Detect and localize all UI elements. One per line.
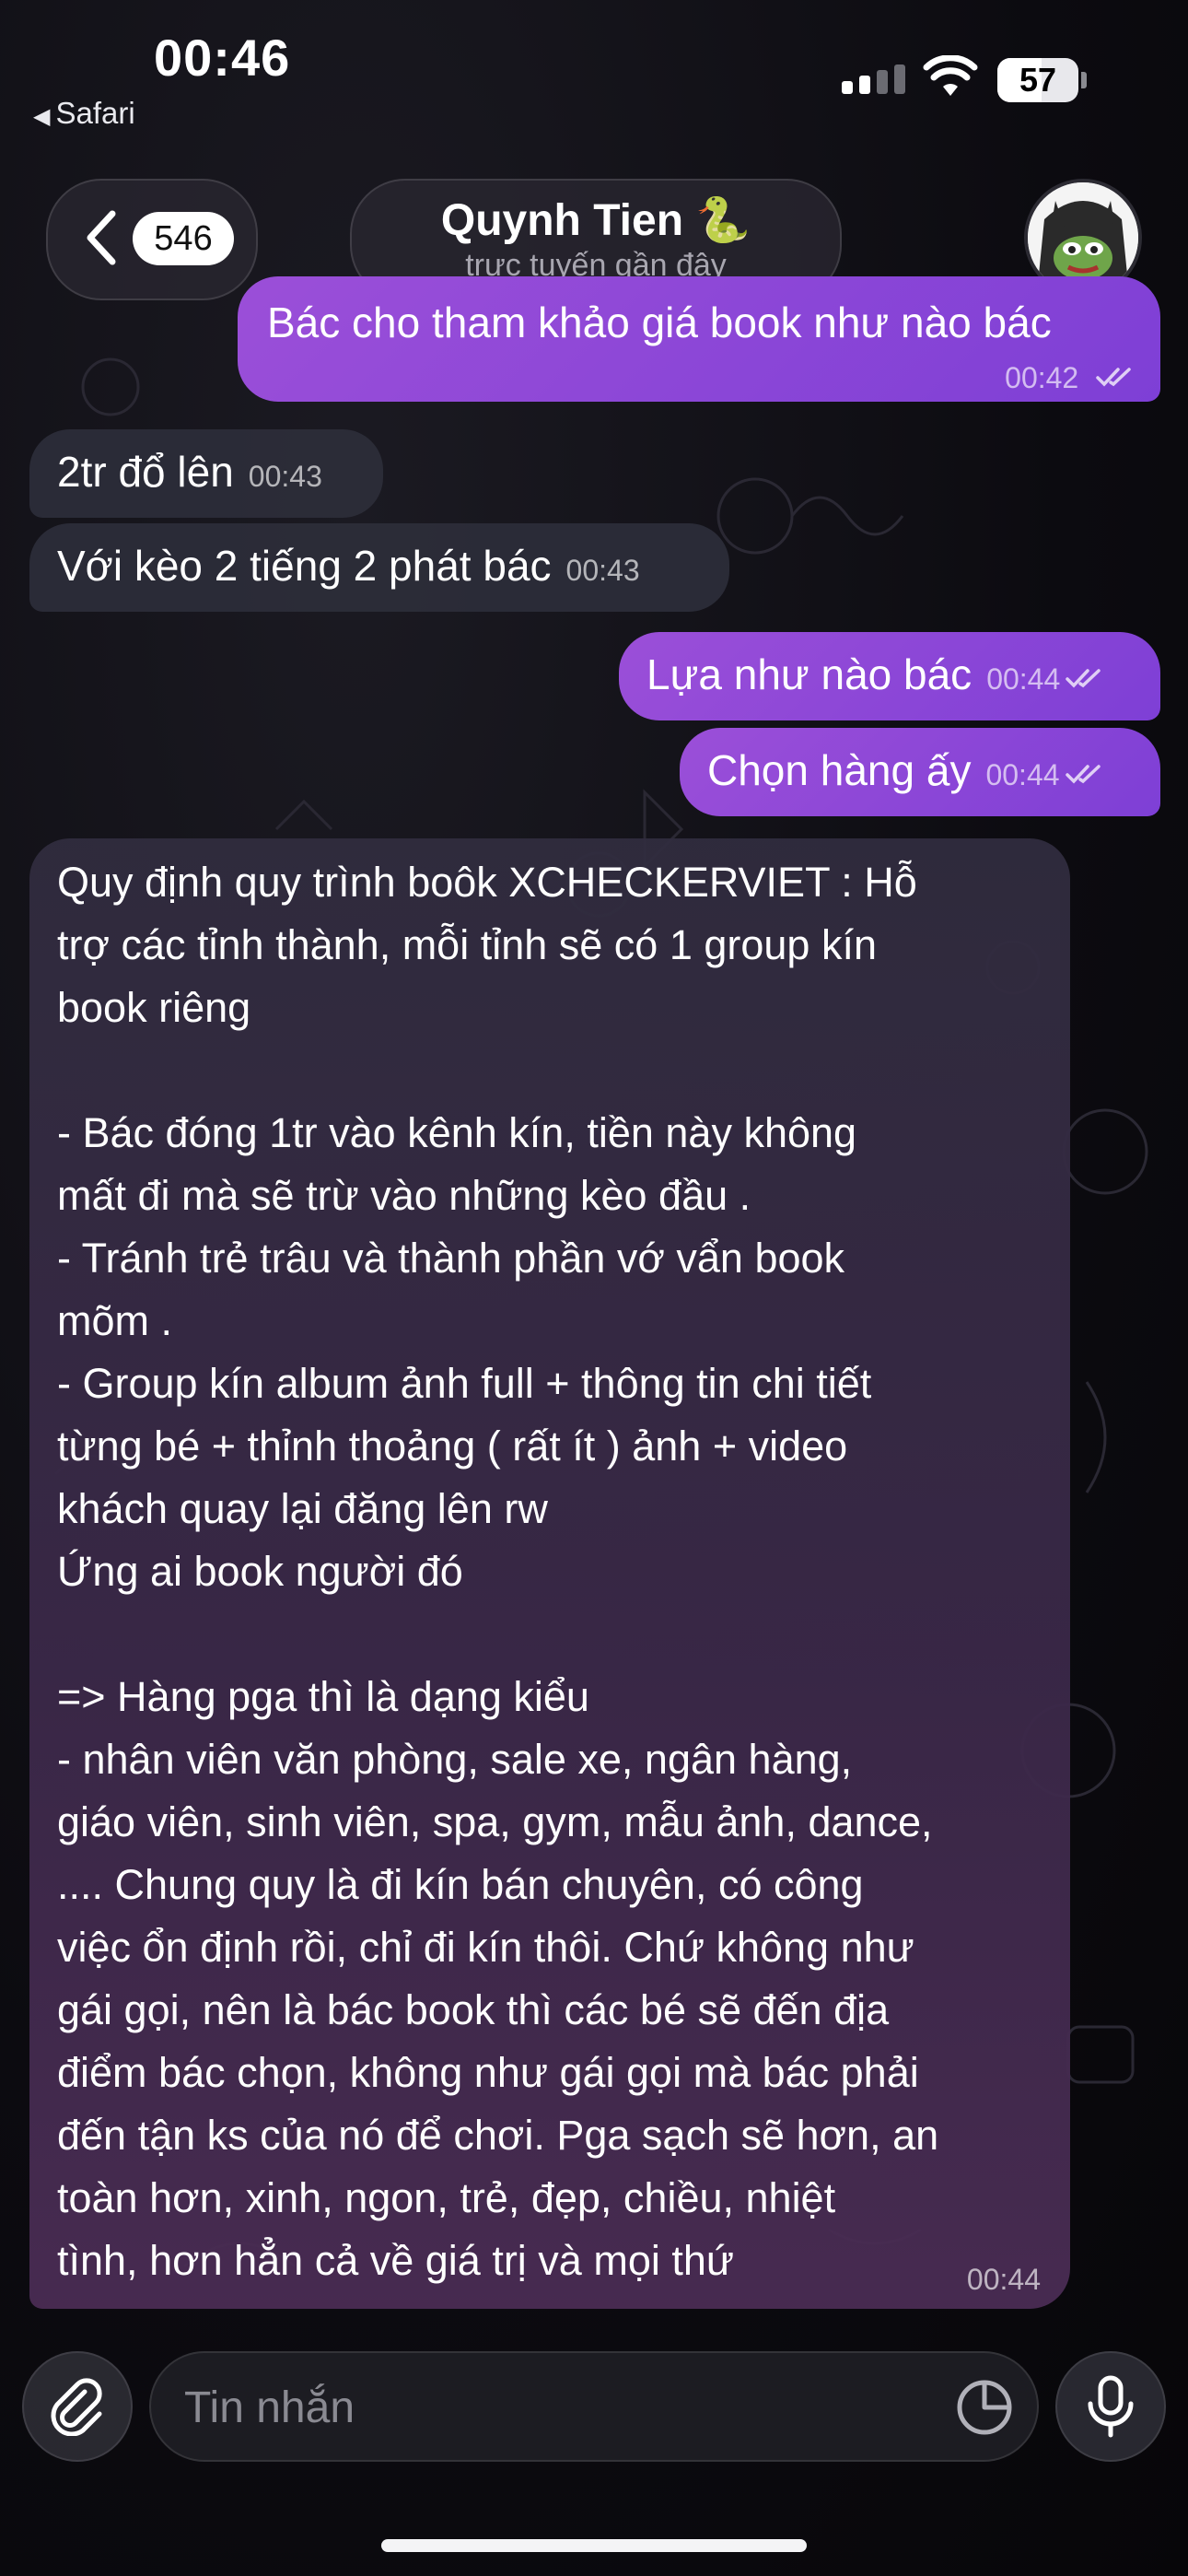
message-text: Quy định quy trình boôk XCHECKERVIET : H… xyxy=(57,859,939,2284)
sticker-icon[interactable] xyxy=(956,2379,1013,2436)
battery-tip xyxy=(1081,72,1087,88)
attach-button[interactable] xyxy=(22,2351,133,2462)
message-time: 00:44 xyxy=(985,758,1060,791)
message-time: 00:44 xyxy=(986,662,1061,696)
message-time: 00:42 xyxy=(1005,361,1079,394)
status-bar: 00:46 ◀ Safari 57 xyxy=(0,0,1188,131)
battery-level: 57 xyxy=(1019,61,1057,99)
wifi-icon xyxy=(923,55,978,96)
message-text: 2tr đổ lên xyxy=(57,448,234,496)
message-bubble-outgoing[interactable]: Lựa như nào bác 00:44 xyxy=(619,632,1160,720)
voice-message-button[interactable] xyxy=(1055,2351,1166,2462)
message-bubble-incoming[interactable]: 2tr đổ lên 00:43 xyxy=(29,429,383,518)
message-text: Bác cho tham khảo giá book như nào bác xyxy=(267,299,1052,346)
back-triangle-icon: ◀ xyxy=(33,104,51,129)
message-text: Với kèo 2 tiếng 2 phát bác xyxy=(57,542,552,590)
back-app-label: Safari xyxy=(55,96,135,130)
back-to-app-link[interactable]: ◀ Safari xyxy=(33,96,135,131)
message-bubble-incoming-long[interactable]: Quy định quy trình boôk XCHECKERVIET : H… xyxy=(29,838,1070,2309)
message-text: Chọn hàng ấy xyxy=(707,746,972,794)
message-input-container[interactable] xyxy=(149,2351,1039,2462)
message-text: Lựa như nào bác xyxy=(646,650,973,698)
status-time: 00:46 xyxy=(154,29,291,87)
home-indicator[interactable] xyxy=(381,2539,807,2552)
double-check-icon xyxy=(1065,765,1101,784)
contact-name: Quynh Tien 🐍 xyxy=(440,196,751,245)
message-time: 00:44 xyxy=(966,2263,1041,2296)
chevron-left-icon xyxy=(87,210,116,265)
unread-count-badge: 546 xyxy=(133,212,234,265)
message-time: 00:43 xyxy=(248,460,322,493)
double-check-icon xyxy=(1066,669,1101,688)
message-bubble-outgoing[interactable]: Chọn hàng ấy 00:44 xyxy=(680,728,1160,816)
message-bubble-outgoing[interactable]: Bác cho tham khảo giá book như nào bác 0… xyxy=(238,276,1160,402)
cellular-signal-icon xyxy=(842,64,905,94)
back-button[interactable]: 546 xyxy=(46,179,258,300)
message-bubble-incoming[interactable]: Với kèo 2 tiếng 2 phát bác 00:43 xyxy=(29,523,729,612)
message-input[interactable] xyxy=(182,2373,904,2441)
paperclip-icon xyxy=(51,2378,102,2436)
microphone-icon xyxy=(1088,2375,1134,2438)
double-check-icon xyxy=(1096,368,1131,387)
battery-indicator: 57 xyxy=(997,58,1078,102)
message-time: 00:43 xyxy=(565,554,640,587)
